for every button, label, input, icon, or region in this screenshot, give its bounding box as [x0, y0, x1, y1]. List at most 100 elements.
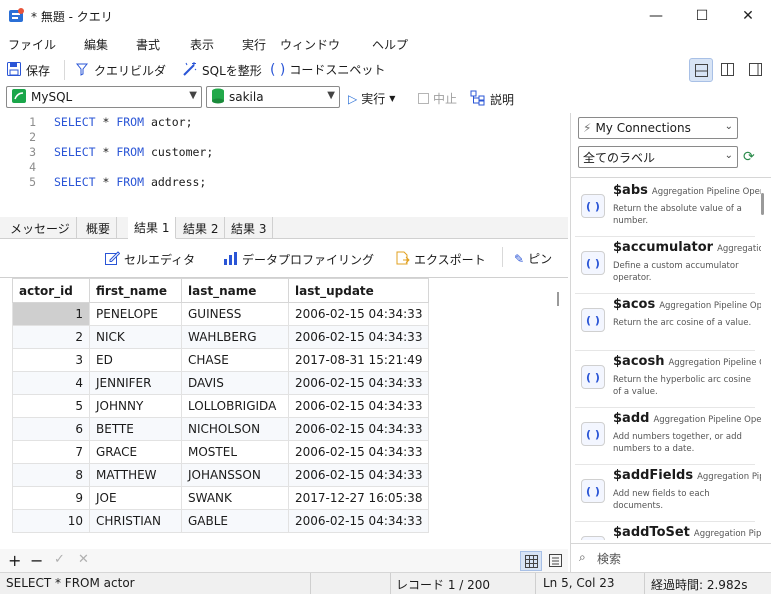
layout-single-button[interactable]: [744, 58, 768, 82]
table-row[interactable]: 9 JOE SWANK 2017-12-27 16:05:38: [12, 486, 430, 510]
table-cell[interactable]: CHASE: [181, 348, 289, 372]
table-cell[interactable]: GRACE: [89, 440, 182, 464]
column-header-last-name[interactable]: last_name: [181, 278, 289, 303]
table-row[interactable]: 10 CHRISTIAN GABLE 2006-02-15 04:34:33: [12, 509, 430, 533]
table-cell[interactable]: JENNIFER: [89, 371, 182, 395]
snippet-item[interactable]: ( ) $abs Aggregation Pipeline Oper Return t…: [575, 180, 761, 237]
table-cell[interactable]: ED: [89, 348, 182, 372]
discard-icon[interactable]: ✕: [78, 552, 89, 567]
menu-view[interactable]: 表示: [190, 36, 214, 53]
snippet-item[interactable]: ( )$addToSetAggregation PipelReturn an a…: [575, 522, 761, 540]
table-cell[interactable]: CHRISTIAN: [89, 509, 182, 533]
table-cell[interactable]: GUINESS: [181, 302, 289, 326]
table-cell[interactable]: 10: [12, 509, 90, 533]
table-cell[interactable]: LOLLOBRIGIDA: [181, 394, 289, 418]
close-button[interactable]: ✕: [725, 0, 771, 32]
table-cell[interactable]: JOE: [89, 486, 182, 510]
snippet-item[interactable]: ( ) $add Aggregation Pipeline Oper Add numb…: [575, 408, 761, 465]
snippet-item[interactable]: ( ) $acos Aggregation Pipeline Ope Return t…: [575, 294, 761, 351]
delete-row-icon[interactable]: −: [30, 551, 43, 570]
labels-select[interactable]: 全てのラベル ⌄: [578, 146, 738, 168]
tab-messages[interactable]: メッセージ: [4, 217, 77, 239]
table-cell[interactable]: 2006-02-15 04:34:33: [287, 394, 430, 418]
maximize-button[interactable]: ☐: [679, 0, 725, 32]
run-button[interactable]: ▷ 実行 ▼: [348, 90, 395, 107]
format-sql-button[interactable]: SQLを整形: [182, 61, 262, 80]
snippet-item[interactable]: ( ) $accumulatorAggregation Define a custo…: [575, 237, 761, 294]
table-cell[interactable]: 2006-02-15 04:34:33: [287, 463, 430, 487]
db-type-select[interactable]: MySQL ▼: [6, 86, 202, 108]
table-cell[interactable]: JOHANSSON: [181, 463, 289, 487]
form-view-button[interactable]: [545, 551, 567, 571]
table-cell[interactable]: 2006-02-15 04:34:33: [287, 509, 430, 533]
table-cell[interactable]: 2: [12, 325, 90, 349]
grid-view-button[interactable]: [520, 551, 542, 571]
table-cell[interactable]: DAVIS: [181, 371, 289, 395]
column-header-last-update[interactable]: last_update: [287, 278, 430, 303]
snippet-item[interactable]: ( ) $acosh Aggregation Pipeline O Return th…: [575, 351, 761, 408]
layout-vertical-button[interactable]: [716, 58, 740, 82]
menu-run[interactable]: 実行: [242, 36, 266, 53]
table-cell[interactable]: BETTE: [89, 417, 182, 441]
tab-result-2[interactable]: 結果 2: [177, 217, 226, 239]
column-header-first-name[interactable]: first_name: [89, 278, 182, 303]
table-cell[interactable]: 4: [12, 371, 90, 395]
apply-icon[interactable]: ✓: [54, 552, 65, 567]
table-cell[interactable]: PENELOPE: [89, 302, 182, 326]
snippets-button[interactable]: ( ) コードスニペット: [270, 61, 385, 78]
explain-button[interactable]: 説明: [470, 90, 514, 109]
save-button[interactable]: 保存: [6, 61, 50, 80]
vertical-scrollbar[interactable]: [557, 292, 559, 306]
tab-summary[interactable]: 概要: [80, 217, 118, 239]
table-cell[interactable]: 3: [12, 348, 90, 372]
table-row[interactable]: 2 NICK WAHLBERG 2006-02-15 04:34:33: [12, 325, 430, 349]
minimize-button[interactable]: —: [633, 0, 679, 32]
add-label-icon[interactable]: ⟳: [743, 149, 755, 165]
table-cell[interactable]: 2006-02-15 04:34:33: [287, 325, 430, 349]
table-cell[interactable]: WAHLBERG: [181, 325, 289, 349]
menu-window[interactable]: ウィンドウ: [280, 36, 340, 53]
table-cell[interactable]: 7: [12, 440, 90, 464]
table-cell[interactable]: 6: [12, 417, 90, 441]
table-row[interactable]: 6 BETTE NICHOLSON 2006-02-15 04:34:33: [12, 417, 430, 441]
table-row[interactable]: 7 GRACE MOSTEL 2006-02-15 04:34:33: [12, 440, 430, 464]
menu-help[interactable]: ヘルプ: [372, 36, 408, 53]
table-cell[interactable]: 2006-02-15 04:34:33: [287, 440, 430, 464]
table-cell[interactable]: MATTHEW: [89, 463, 182, 487]
table-cell[interactable]: SWANK: [181, 486, 289, 510]
table-row[interactable]: 5 JOHNNY LOLLOBRIGIDA 2006-02-15 04:34:33: [12, 394, 430, 418]
query-builder-button[interactable]: クエリビルダ: [74, 61, 166, 80]
snippet-scrollbar[interactable]: [761, 193, 764, 215]
table-cell[interactable]: 2017-08-31 15:21:49: [287, 348, 430, 372]
tab-result-3[interactable]: 結果 3: [225, 217, 274, 239]
table-cell[interactable]: 5: [12, 394, 90, 418]
pin-button[interactable]: ✎ ピン: [514, 250, 552, 267]
table-row[interactable]: 4 JENNIFER DAVIS 2006-02-15 04:34:33: [12, 371, 430, 395]
table-cell[interactable]: 9: [12, 486, 90, 510]
table-cell[interactable]: 2006-02-15 04:34:33: [287, 302, 430, 326]
snippet-item[interactable]: ( ) $addFieldsAggregation Pipel Add new fi…: [575, 465, 761, 522]
table-row[interactable]: 1 PENELOPE GUINESS 2006-02-15 04:34:33: [12, 302, 430, 326]
table-cell[interactable]: JOHNNY: [89, 394, 182, 418]
table-cell[interactable]: GABLE: [181, 509, 289, 533]
add-row-icon[interactable]: +: [8, 551, 21, 570]
database-select[interactable]: sakila ▼: [206, 86, 340, 108]
menu-format[interactable]: 書式: [136, 36, 160, 53]
table-cell[interactable]: 2017-12-27 16:05:38: [287, 486, 430, 510]
stop-button[interactable]: 中止: [418, 90, 457, 107]
table-row[interactable]: 3 ED CHASE 2017-08-31 15:21:49: [12, 348, 430, 372]
menu-file[interactable]: ファイル: [8, 36, 56, 53]
tab-result-1[interactable]: 結果 1: [128, 217, 177, 239]
connections-select[interactable]: ⚡ My Connections ⌄: [578, 117, 738, 139]
table-cell[interactable]: 8: [12, 463, 90, 487]
sql-editor[interactable]: 1 SELECT * FROM actor; 2 3 SELECT * FROM…: [0, 113, 568, 215]
column-header-actor-id[interactable]: actor_id: [12, 278, 90, 303]
layout-horizontal-button[interactable]: [689, 58, 713, 82]
table-row[interactable]: 8 MATTHEW JOHANSSON 2006-02-15 04:34:33: [12, 463, 430, 487]
snippet-search-box[interactable]: ⌕ 検索: [571, 543, 771, 571]
table-cell[interactable]: 2006-02-15 04:34:33: [287, 371, 430, 395]
export-button[interactable]: エクスポート: [394, 250, 486, 269]
menu-edit[interactable]: 編集: [84, 36, 108, 53]
table-cell[interactable]: 2006-02-15 04:34:33: [287, 417, 430, 441]
data-profiling-button[interactable]: データプロファイリング: [222, 250, 374, 269]
